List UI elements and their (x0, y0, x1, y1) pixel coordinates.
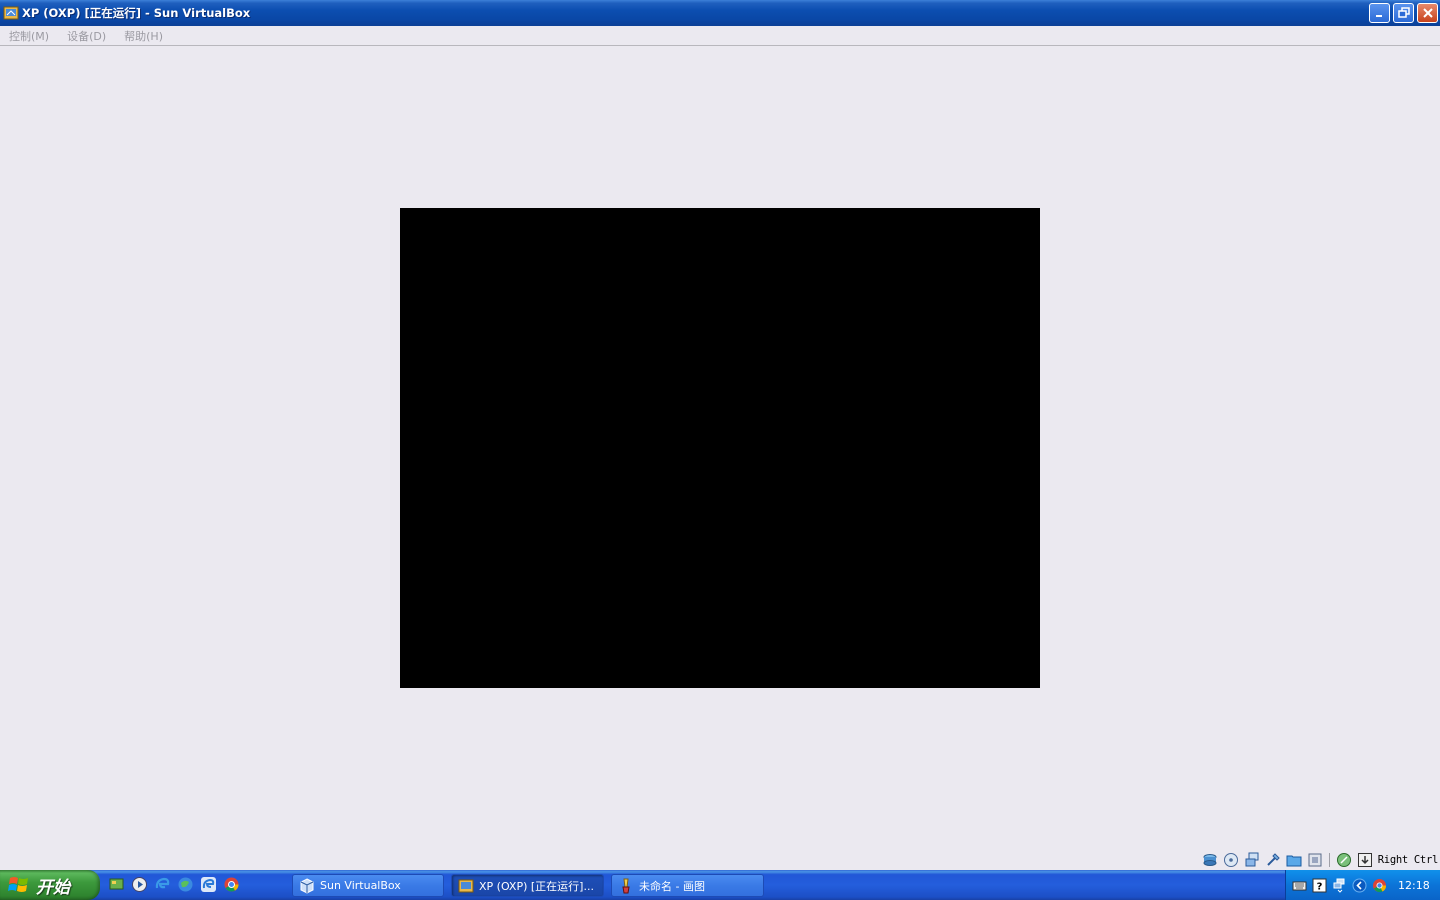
restore-icon (1397, 7, 1410, 18)
keyboard-icon[interactable] (1292, 878, 1307, 893)
cd-dvd-icon[interactable] (1223, 852, 1239, 868)
menu-bar: 控制(M) 设备(D) 帮助(H) (0, 26, 1440, 46)
task-label: 未命名 - 画图 (639, 879, 705, 893)
vm-status-bar: Right Ctrl (1202, 851, 1438, 869)
virtualbox-vm-icon (3, 6, 19, 20)
network-icon[interactable] (1244, 852, 1260, 868)
virtualization-icon[interactable] (1307, 852, 1323, 868)
clock[interactable]: 12:18 (1398, 879, 1430, 892)
menu-control[interactable]: 控制(M) (4, 28, 54, 44)
quick-launch (108, 876, 240, 893)
taskbar: 开始 Sun VirtualBox XP (OXP) [正在运行]... 未命名… (0, 870, 1440, 900)
network-tray-icon[interactable] (1332, 878, 1347, 893)
minimize-button[interactable] (1369, 3, 1390, 23)
mouse-integration-icon[interactable] (1336, 852, 1352, 868)
browser-icon[interactable] (177, 876, 194, 893)
usb-icon[interactable] (1265, 852, 1281, 868)
shared-folder-icon[interactable] (1286, 852, 1302, 868)
restore-button[interactable] (1393, 3, 1414, 23)
vm-display-area (0, 47, 1440, 870)
ie-icon[interactable] (154, 876, 171, 893)
host-key-icon[interactable] (1357, 852, 1373, 868)
chevron-left-icon[interactable] (1352, 878, 1367, 893)
virtualbox-icon (300, 877, 314, 894)
close-button[interactable] (1417, 3, 1438, 23)
media-player-icon[interactable] (131, 876, 148, 893)
help-icon[interactable]: ? (1312, 878, 1327, 893)
task-label: XP (OXP) [正在运行]... (479, 879, 594, 893)
chrome-icon[interactable] (223, 876, 240, 893)
status-separator (1328, 853, 1330, 867)
host-key-label: Right Ctrl (1377, 854, 1439, 866)
task-vm-window[interactable]: XP (OXP) [正在运行]... (451, 874, 604, 897)
task-paint[interactable]: 未命名 - 画图 (611, 874, 764, 897)
virtualbox-vm-icon (458, 879, 474, 892)
system-tray: ? 12:18 (1285, 870, 1440, 900)
task-virtualbox[interactable]: Sun VirtualBox (292, 874, 444, 897)
ie-alt-icon[interactable] (200, 876, 217, 893)
minimize-icon (1375, 15, 1382, 17)
start-button[interactable]: 开始 (0, 870, 100, 900)
show-desktop-icon[interactable] (108, 876, 125, 893)
menu-devices[interactable]: 设备(D) (62, 28, 111, 44)
start-label: 开始 (36, 877, 70, 898)
svg-text:?: ? (1317, 881, 1323, 892)
close-icon (1422, 8, 1433, 18)
menu-help[interactable]: 帮助(H) (119, 28, 168, 44)
hard-disk-icon[interactable] (1202, 852, 1218, 868)
task-label: Sun VirtualBox (320, 879, 401, 892)
windows-flag-icon (8, 877, 28, 892)
title-bar[interactable]: XP (OXP) [正在运行] - Sun VirtualBox (0, 0, 1440, 26)
window-title: XP (OXP) [正在运行] - Sun VirtualBox (22, 6, 251, 20)
chrome-tray-icon[interactable] (1372, 878, 1387, 893)
paint-icon (622, 878, 630, 893)
vm-screen[interactable] (400, 208, 1040, 688)
